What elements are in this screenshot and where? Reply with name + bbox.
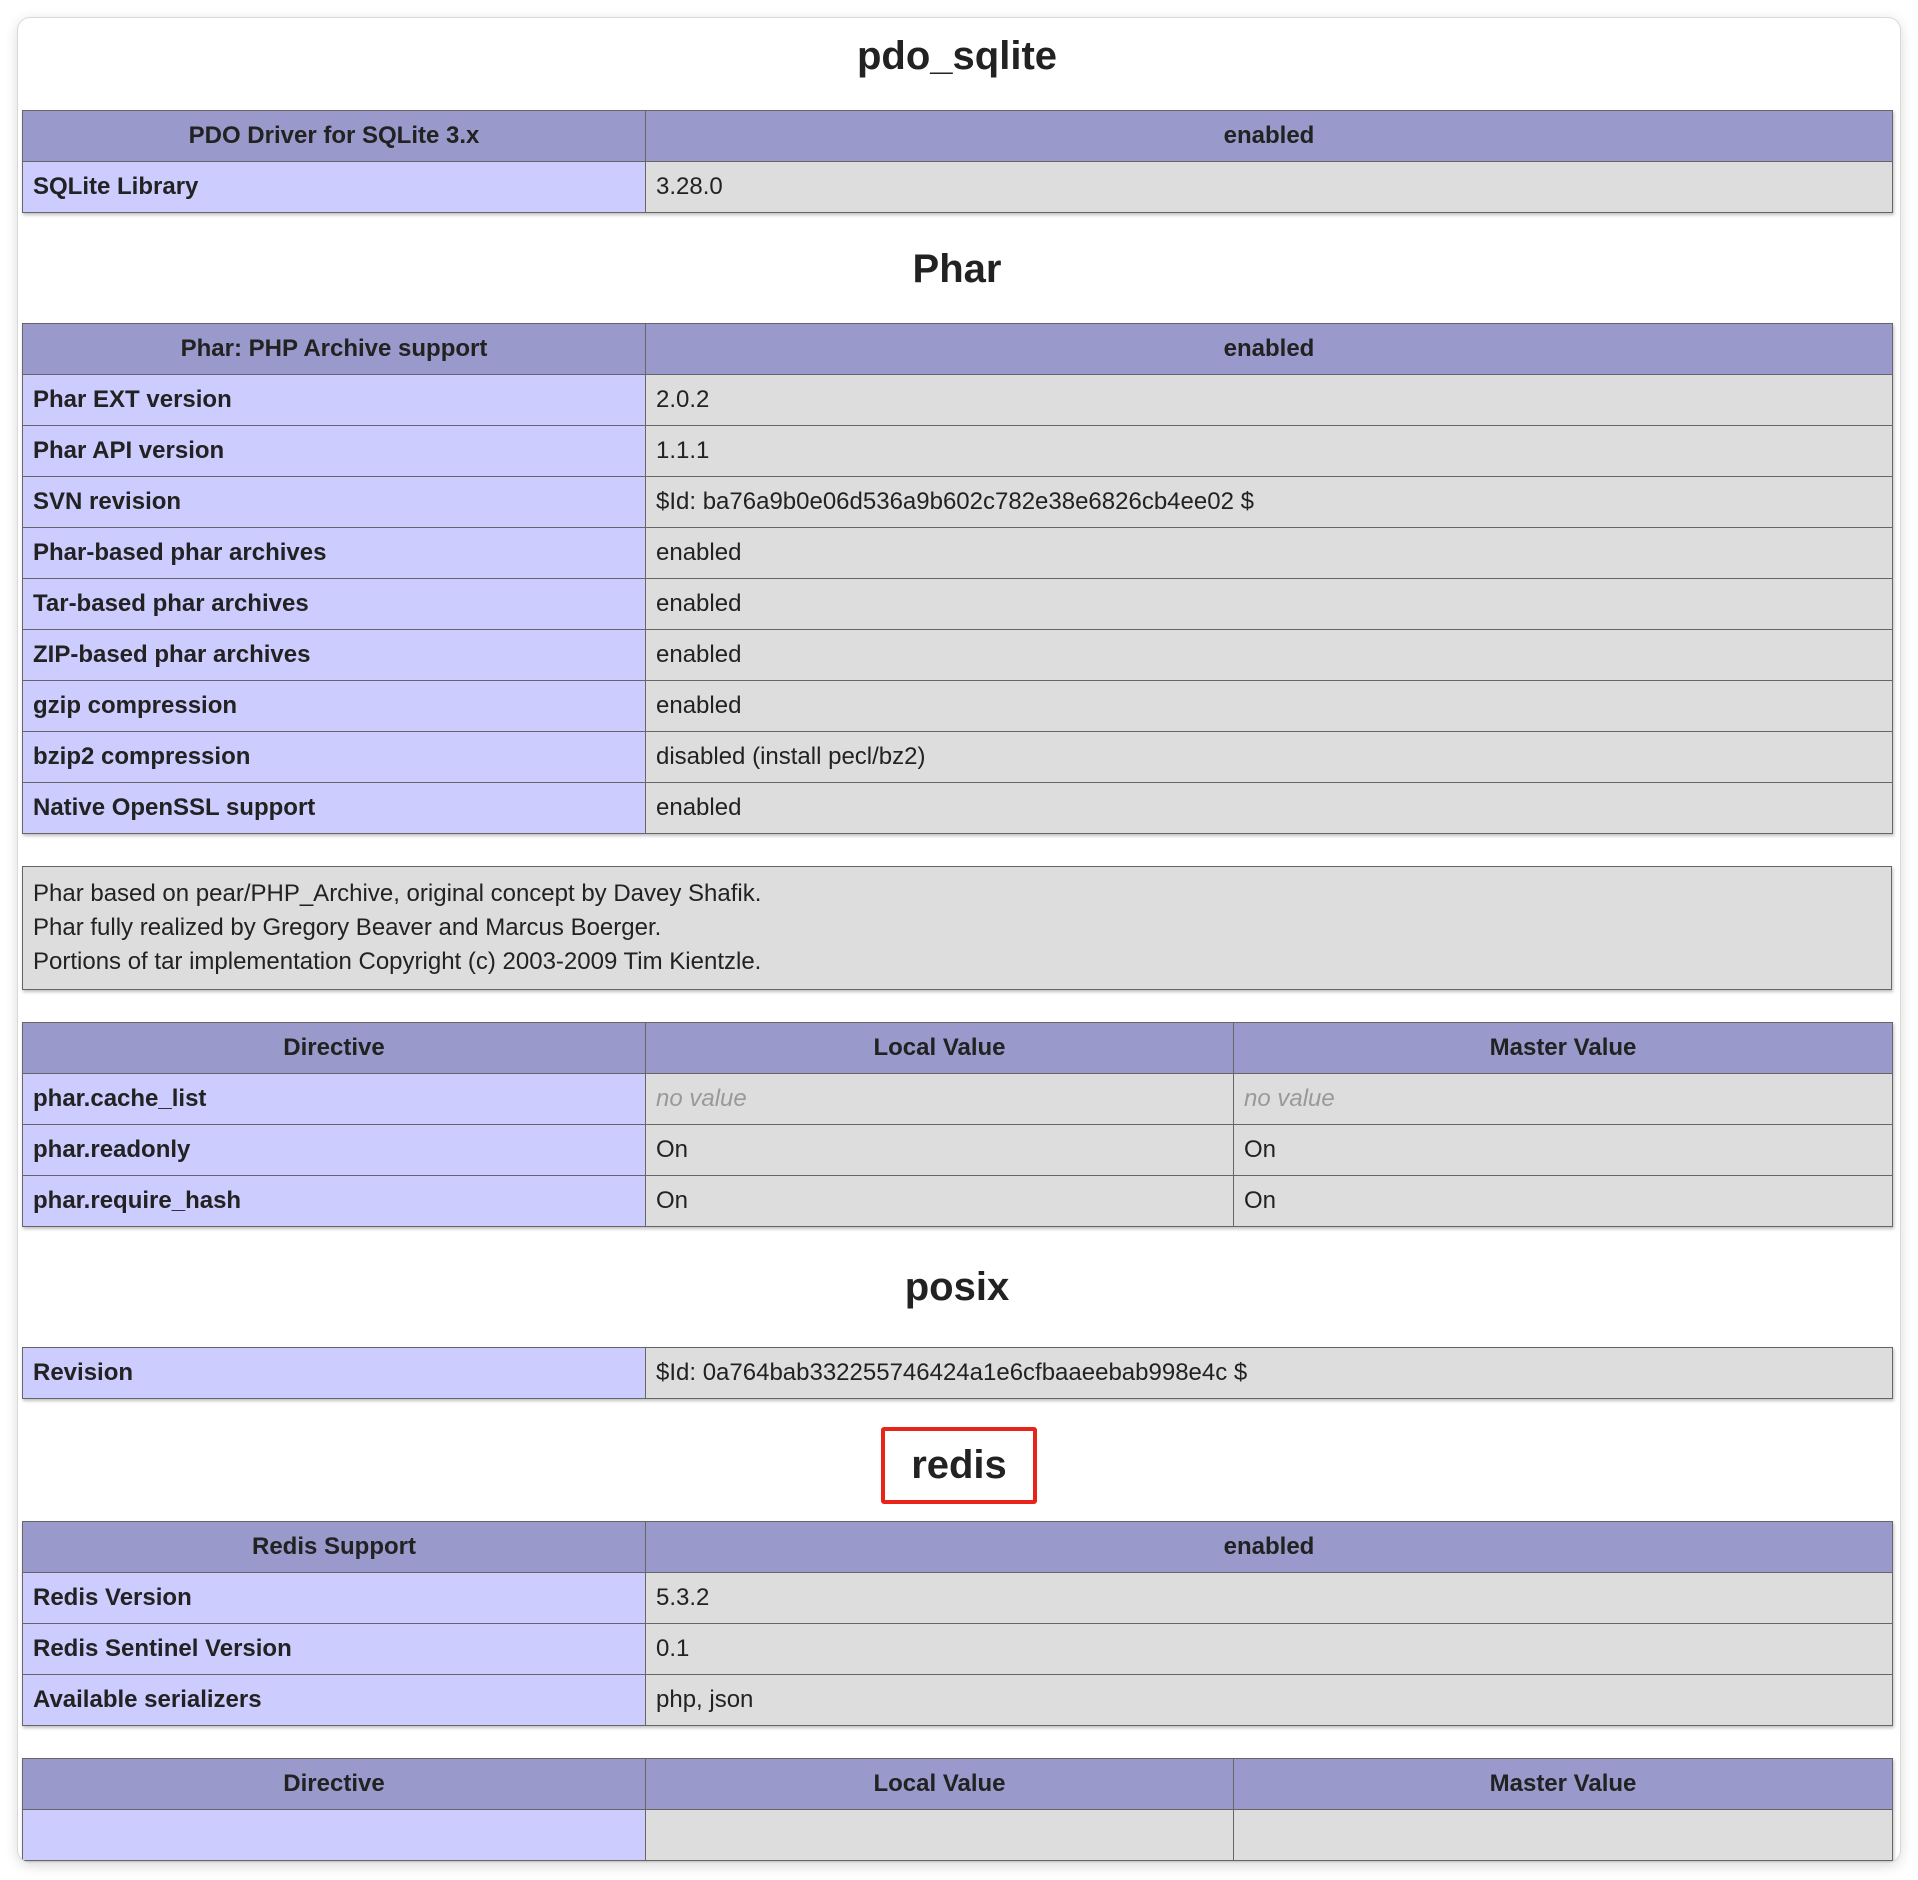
row-value: 1.1.1: [645, 425, 1893, 477]
row-key: phar.readonly: [22, 1124, 646, 1176]
row-value: enabled: [645, 527, 1893, 579]
row-value: enabled: [645, 629, 1893, 681]
row-key: Phar EXT version: [22, 374, 646, 426]
table-header-row: Redis Support enabled: [22, 1521, 1893, 1573]
master-value-cell: no value: [1233, 1073, 1893, 1125]
row-value: 5.3.2: [645, 1572, 1893, 1624]
phpinfo-page: pdo_sqlite PDO Driver for SQLite 3.x ena…: [22, 18, 1893, 1861]
row-key: SVN revision: [22, 476, 646, 528]
phar-credits: Phar based on pear/PHP_Archive, original…: [22, 866, 1892, 990]
row-key: phar.require_hash: [22, 1175, 646, 1227]
row-key: phar.cache_list: [22, 1073, 646, 1125]
row-value: enabled: [645, 680, 1893, 732]
no-value-text: no value: [656, 1085, 747, 1112]
row-value: 2.0.2: [645, 374, 1893, 426]
table-row: gzip compression enabled: [22, 680, 1893, 732]
table-row: Phar API version 1.1.1: [22, 425, 1893, 477]
table-header-row: Directive Local Value Master Value: [22, 1022, 1893, 1074]
redis-directives-table: Directive Local Value Master Value: [22, 1758, 1893, 1861]
table-row: [22, 1809, 1893, 1861]
row-value: disabled (install pecl/bz2): [645, 731, 1893, 783]
table-row: Phar-based phar archives enabled: [22, 527, 1893, 579]
row-key: Redis Sentinel Version: [22, 1623, 646, 1675]
row-value: enabled: [645, 782, 1893, 834]
posix-table: Revision $Id: 0a764bab332255746424a1e6cf…: [22, 1347, 1893, 1399]
table-row: SQLite Library 3.28.0: [22, 161, 1893, 213]
header-cell: PDO Driver for SQLite 3.x: [22, 110, 646, 162]
row-key: [22, 1809, 646, 1861]
credits-line: Portions of tar implementation Copyright…: [33, 948, 762, 975]
row-key: ZIP-based phar archives: [22, 629, 646, 681]
section-title-redis-highlighted: redis: [881, 1427, 1037, 1504]
local-value-cell: [645, 1809, 1234, 1861]
header-cell: Local Value: [645, 1022, 1234, 1074]
row-key: SQLite Library: [22, 161, 646, 213]
pdo-sqlite-table: PDO Driver for SQLite 3.x enabled SQLite…: [22, 110, 1893, 213]
row-key: Tar-based phar archives: [22, 578, 646, 630]
table-row: SVN revision $Id: ba76a9b0e06d536a9b602c…: [22, 476, 1893, 528]
table-header-row: Directive Local Value Master Value: [22, 1758, 1893, 1810]
table-header-row: PDO Driver for SQLite 3.x enabled: [22, 110, 1893, 162]
table-row: Phar EXT version 2.0.2: [22, 374, 1893, 426]
no-value-text: no value: [1244, 1085, 1335, 1112]
table-row: Native OpenSSL support enabled: [22, 782, 1893, 834]
master-value-cell: On: [1233, 1124, 1893, 1176]
header-cell: Phar: PHP Archive support: [22, 323, 646, 375]
table-row: Tar-based phar archives enabled: [22, 578, 1893, 630]
section-title-phar: Phar: [912, 247, 1002, 291]
table-row: phar.cache_list no value no value: [22, 1073, 1893, 1125]
master-value-cell: [1233, 1809, 1893, 1861]
row-value: 3.28.0: [645, 161, 1893, 213]
header-cell: enabled: [645, 1521, 1893, 1573]
master-value-cell: On: [1233, 1175, 1893, 1227]
table-row: phar.require_hash On On: [22, 1175, 1893, 1227]
row-key: Native OpenSSL support: [22, 782, 646, 834]
local-value-cell: no value: [645, 1073, 1234, 1125]
header-cell: Local Value: [645, 1758, 1234, 1810]
section-title-pdo-sqlite: pdo_sqlite: [856, 34, 1058, 78]
header-cell: Directive: [22, 1758, 646, 1810]
header-cell: Redis Support: [22, 1521, 646, 1573]
row-value: 0.1: [645, 1623, 1893, 1675]
table-row: ZIP-based phar archives enabled: [22, 629, 1893, 681]
table-row: bzip2 compression disabled (install pecl…: [22, 731, 1893, 783]
row-key: Available serializers: [22, 1674, 646, 1726]
header-cell: enabled: [645, 110, 1893, 162]
row-key: Phar API version: [22, 425, 646, 477]
table-row: Revision $Id: 0a764bab332255746424a1e6cf…: [22, 1347, 1893, 1399]
table-row: phar.readonly On On: [22, 1124, 1893, 1176]
table-row: Redis Version 5.3.2: [22, 1572, 1893, 1624]
row-value: $Id: 0a764bab332255746424a1e6cfbaaeebab9…: [645, 1347, 1893, 1399]
header-cell: Master Value: [1233, 1758, 1893, 1810]
row-value: enabled: [645, 578, 1893, 630]
header-cell: enabled: [645, 323, 1893, 375]
header-cell: Master Value: [1233, 1022, 1893, 1074]
section-title-posix: posix: [904, 1265, 1010, 1309]
table-header-row: Phar: PHP Archive support enabled: [22, 323, 1893, 375]
row-key: Phar-based phar archives: [22, 527, 646, 579]
browser-content-frame: pdo_sqlite PDO Driver for SQLite 3.x ena…: [18, 18, 1900, 1862]
table-row: Redis Sentinel Version 0.1: [22, 1623, 1893, 1675]
phar-table: Phar: PHP Archive support enabled Phar E…: [22, 323, 1893, 834]
redis-table: Redis Support enabled Redis Version 5.3.…: [22, 1521, 1893, 1726]
table-row: Available serializers php, json: [22, 1674, 1893, 1726]
row-key: Revision: [22, 1347, 646, 1399]
local-value-cell: On: [645, 1175, 1234, 1227]
credits-line: Phar fully realized by Gregory Beaver an…: [33, 914, 662, 941]
header-cell: Directive: [22, 1022, 646, 1074]
row-value: php, json: [645, 1674, 1893, 1726]
local-value-cell: On: [645, 1124, 1234, 1176]
credits-line: Phar based on pear/PHP_Archive, original…: [33, 880, 762, 907]
redis-title-area: redis: [22, 1399, 1892, 1521]
row-value: $Id: ba76a9b0e06d536a9b602c782e38e6826cb…: [645, 476, 1893, 528]
row-key: gzip compression: [22, 680, 646, 732]
row-key: bzip2 compression: [22, 731, 646, 783]
phar-directives-table: Directive Local Value Master Value phar.…: [22, 1022, 1893, 1227]
row-key: Redis Version: [22, 1572, 646, 1624]
